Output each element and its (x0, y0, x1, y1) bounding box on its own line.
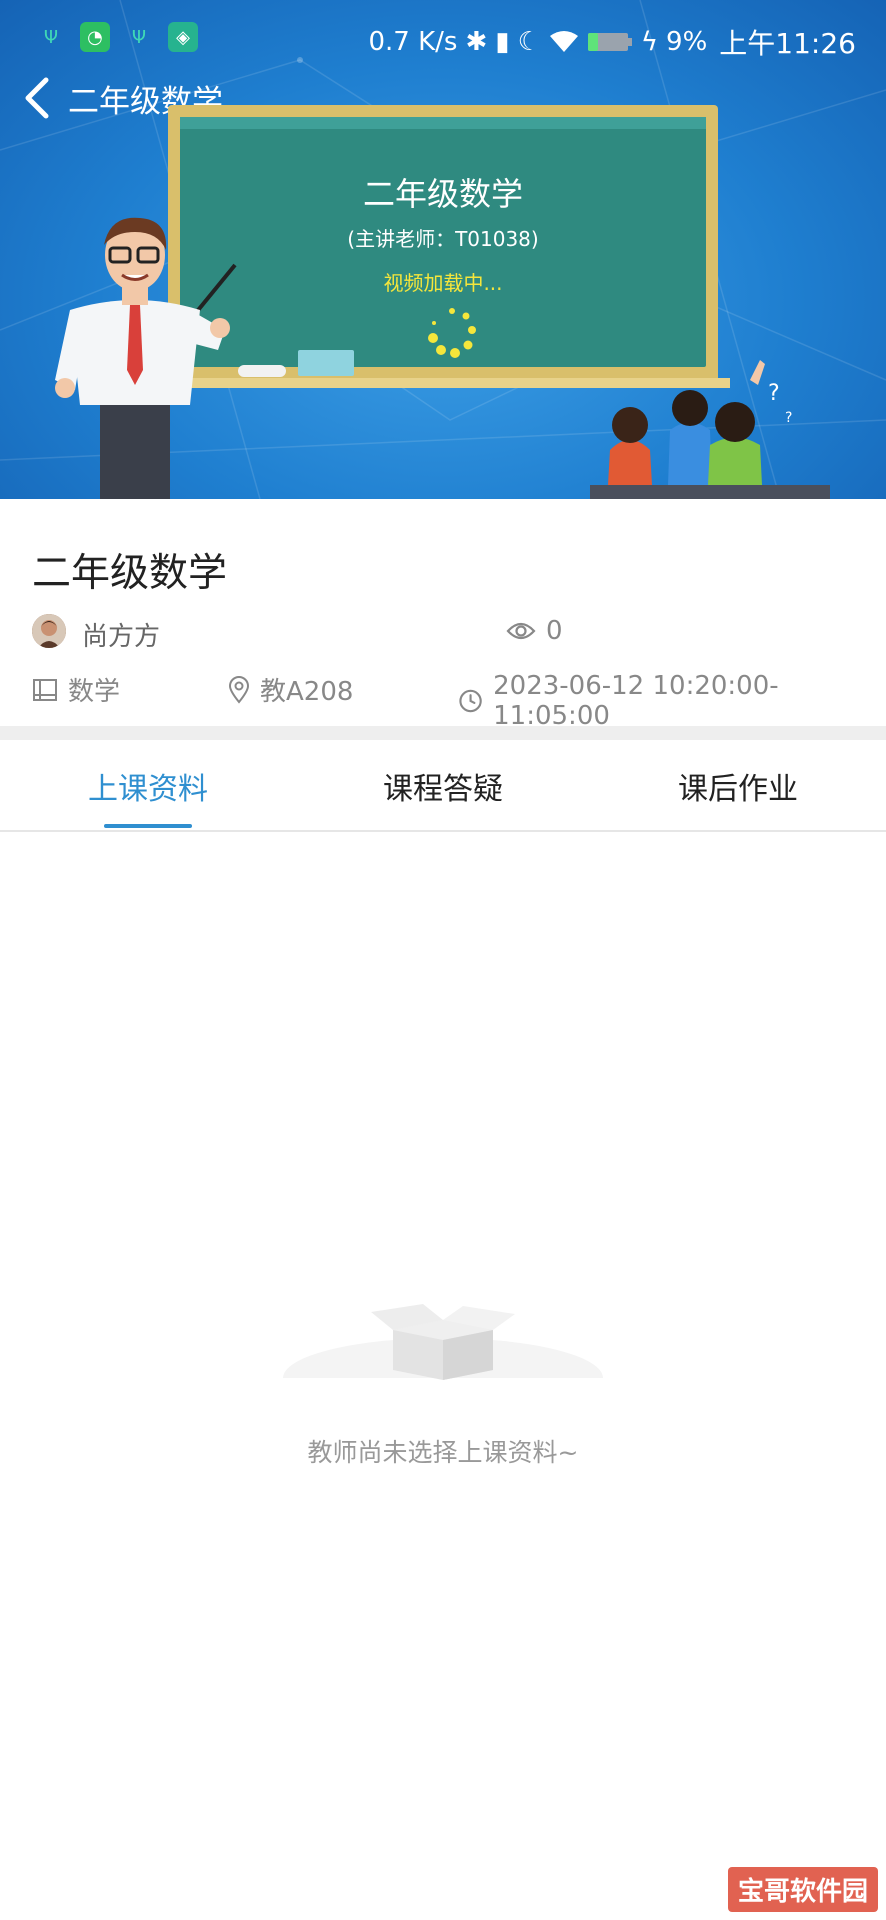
subject-info: 数学 (32, 671, 120, 708)
board-highlight (180, 117, 706, 129)
subject-label: 数学 (68, 677, 121, 707)
active-tab-indicator (104, 824, 192, 828)
status-bar: Ψ ◔ Ψ ◈ 0.7 K/s ✱ ▮ ☾ ϟ 9% 上午11:26 (0, 0, 886, 78)
status-indicators: 0.7 K/s ✱ ▮ ☾ ϟ 9% 上午11:26 (369, 22, 857, 62)
chalk (238, 365, 286, 377)
empty-box-icon (263, 1304, 623, 1390)
loading-text: 视频加载中... (383, 271, 503, 295)
view-count: 0 (506, 616, 563, 646)
eye-icon (506, 622, 536, 640)
loading-spinner-icon (428, 308, 476, 358)
book-icon (33, 678, 57, 701)
lesson-meta-row: 数学 教A208 2023-06-12 10:20:00-11:05:00 (32, 671, 882, 731)
video-teacher: (主讲老师：T01038) (347, 227, 539, 251)
svg-text:?: ? (785, 410, 792, 426)
bluetooth-icon: ✱ (465, 27, 488, 57)
svg-text:?: ? (768, 381, 780, 406)
usb-icon: Ψ (43, 26, 59, 48)
view-count-value: 0 (546, 616, 563, 646)
avatar-image (32, 614, 66, 648)
back-button[interactable] (16, 74, 60, 122)
tab-course-qa[interactable]: 课程答疑 (343, 764, 543, 808)
vibrate-icon: ▮ (495, 27, 510, 57)
time-info: 2023-06-12 10:20:00-11:05:00 (458, 671, 882, 731)
chalkboard: 二年级数学 (主讲老师：T01038) 视频加载中... (168, 105, 718, 385)
chalkboard-surface: 二年级数学 (主讲老师：T01038) 视频加载中... (180, 117, 706, 367)
teacher-avatar (32, 614, 66, 648)
moon-icon: ☾ (517, 27, 541, 57)
watermark: 宝哥软件园 (727, 1867, 878, 1912)
battery-icon (587, 33, 632, 51)
battery-percent: 9% (666, 27, 708, 57)
clock: 上午11:26 (719, 27, 856, 60)
students-illustration: ? ? (590, 360, 830, 499)
teacher-name: 尚方方 (82, 622, 161, 652)
location-pin-icon (228, 675, 250, 704)
teacher-row: 尚方方 0 (32, 612, 872, 652)
speedometer-app-icon: ◔ (80, 22, 110, 52)
notification-icons: Ψ ◔ Ψ ◈ (36, 22, 198, 52)
usb-icon: Ψ (131, 26, 147, 48)
teacher-illustration (55, 217, 237, 499)
section-divider (0, 726, 886, 740)
charging-icon: ϟ (640, 27, 659, 57)
clock-icon (459, 689, 482, 713)
network-speed: 0.7 K/s (368, 27, 458, 57)
lesson-title: 二年级数学 (32, 551, 228, 596)
eraser (298, 350, 354, 376)
video-title: 二年级数学 (362, 175, 523, 213)
tab-class-materials[interactable]: 上课资料 (48, 764, 248, 808)
lesson-info: 二年级数学 尚方方 0 数学 教A208 2023-06-12 10:20:00… (0, 499, 886, 731)
wifi-icon (549, 31, 578, 52)
tab-homework[interactable]: 课后作业 (638, 764, 838, 808)
room-label: 教A208 (260, 677, 354, 707)
video-player[interactable]: Ψ ◔ Ψ ◈ 0.7 K/s ✱ ▮ ☾ ϟ 9% 上午11:26 二年级数学… (0, 0, 886, 499)
empty-state-message: 教师尚未选择上课资料~ (307, 1438, 579, 1467)
time-label: 2023-06-12 10:20:00-11:05:00 (493, 671, 779, 731)
package-app-icon: ◈ (168, 22, 198, 52)
tab-bar: 上课资料 课程答疑 课后作业 (0, 740, 886, 832)
room-info: 教A208 (228, 671, 353, 708)
chevron-left-icon (25, 77, 49, 119)
